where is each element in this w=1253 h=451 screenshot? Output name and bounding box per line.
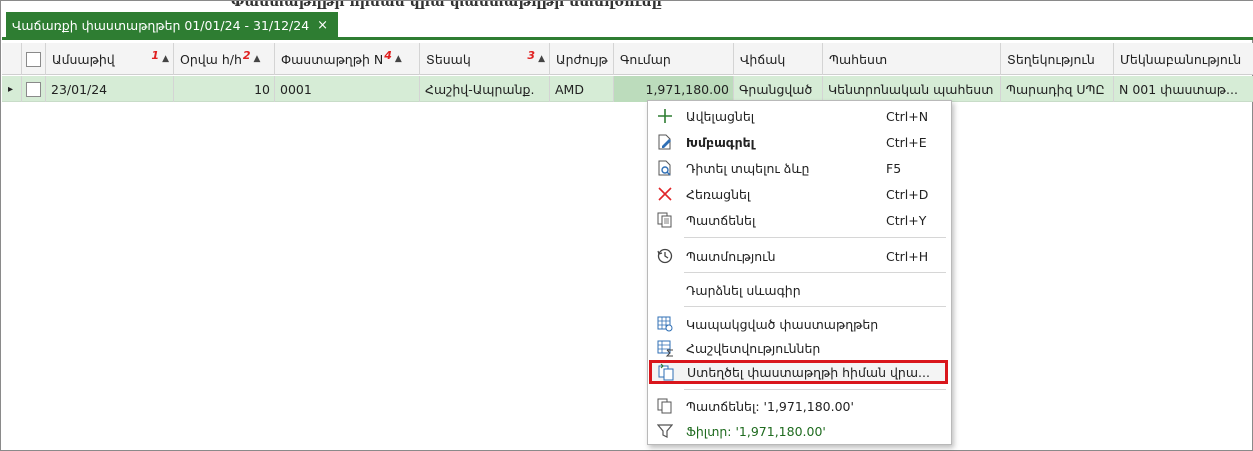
- menu-item-label: Դարձնել սևագիր: [686, 282, 801, 298]
- menu-item-label: Խմբագրել: [686, 134, 755, 150]
- tab-sales-documents[interactable]: Վաճառքի փաստաթղթեր 01/01/24 - 31/12/24 ×: [6, 12, 339, 38]
- column-header-day-number[interactable]: Օրվա հ/հ 2 ▲: [174, 43, 275, 75]
- delete-icon: [656, 185, 674, 203]
- cell-comment[interactable]: N 001 փաստաթ...: [1114, 76, 1253, 102]
- select-all-cell: [22, 43, 46, 75]
- cell-date[interactable]: 23/01/24: [46, 76, 174, 102]
- sort-order-number: 2: [242, 48, 251, 62]
- menu-item-shortcut: Ctrl+N: [886, 108, 929, 124]
- select-all-checkbox[interactable]: [26, 51, 41, 67]
- tab-title: Վաճառքի փաստաթղթեր 01/01/24 - 31/12/24: [12, 17, 310, 33]
- menu-item-label: Պատմություն: [686, 248, 776, 264]
- column-header-type[interactable]: Տեսակ 3 ▲: [420, 43, 550, 75]
- column-label: Տեղեկություն: [1007, 51, 1095, 67]
- history-icon: [656, 247, 674, 265]
- menu-separator: [684, 306, 946, 307]
- cropped-heading-text: Փաստաթղթի հիման վրա փաստաթղթի ստեղծումը: [231, 1, 662, 10]
- column-header-amount[interactable]: Գումար: [614, 43, 734, 75]
- edit-icon: [656, 133, 674, 151]
- menu-item-edit[interactable]: Խմբագրել Ctrl+E: [648, 130, 951, 154]
- context-menu: Ավելացնել Ctrl+N Խմբագրել Ctrl+E Դիտել տ…: [647, 100, 952, 445]
- menu-separator: [684, 389, 946, 390]
- cell-currency[interactable]: AMD: [550, 76, 614, 102]
- menu-item-shortcut: Ctrl+E: [886, 134, 927, 150]
- tab-bar: Վաճառքի փաստաթղթեր 01/01/24 - 31/12/24 ×: [2, 11, 1253, 40]
- row-select-cell: [22, 76, 46, 102]
- menu-item-label: Ֆիլտր: '1,971,180.00': [686, 423, 826, 439]
- cell-warehouse[interactable]: Կենտրոնական պահեստ: [823, 76, 1001, 102]
- filter-icon: [656, 422, 674, 440]
- tab-close-icon[interactable]: ×: [317, 18, 328, 33]
- column-header-date[interactable]: Ամսաթիվ 1 ▲: [46, 43, 174, 75]
- menu-item-make-draft[interactable]: Դարձնել սևագիր: [648, 278, 951, 302]
- cell-info[interactable]: Պարադիզ ՍՊԸ: [1001, 76, 1114, 102]
- menu-item-add[interactable]: Ավելացնել Ctrl+N: [648, 104, 951, 128]
- menu-separator: [684, 237, 946, 238]
- column-header-warehouse[interactable]: Պահեստ: [823, 43, 1001, 75]
- menu-item-reports[interactable]: Հաշվետվություններ: [648, 336, 951, 360]
- menu-item-shortcut: Ctrl+Y: [886, 212, 927, 228]
- row-indicator-icon: ▸: [2, 76, 22, 102]
- row-checkbox[interactable]: [26, 81, 41, 97]
- column-label: Վիճակ: [740, 51, 786, 67]
- sort-order-number: 1: [151, 48, 160, 62]
- column-label: Ամսաթիվ: [52, 51, 115, 67]
- column-label: Գումար: [620, 51, 671, 67]
- menu-item-shortcut: Ctrl+D: [886, 186, 929, 202]
- cell-type[interactable]: Հաշիվ-Ապրանք.: [420, 76, 550, 102]
- column-label: Օրվա հ/հ: [180, 51, 242, 67]
- menu-item-print-preview[interactable]: Դիտել տպելու ձևը F5: [648, 156, 951, 180]
- column-label: Տեսակ: [426, 51, 471, 67]
- table-row[interactable]: ▸ 23/01/24 10 0001 Հաշիվ-Ապրանք. AMD 1,9…: [2, 76, 1253, 102]
- menu-item-label: Հեռացնել: [686, 186, 751, 202]
- grid-header: Ամսաթիվ 1 ▲ Օրվա հ/հ 2 ▲ Փաստաթղթի N 4 ▲…: [2, 43, 1253, 75]
- menu-item-label: Ստեղծել փաստաթղթի հիման վրա...: [687, 364, 930, 380]
- sort-order-number: 3: [527, 48, 536, 62]
- column-header-status[interactable]: Վիճակ: [734, 43, 823, 75]
- menu-item-label: Պատճենել: [686, 212, 756, 228]
- menu-item-delete[interactable]: Հեռացնել Ctrl+D: [648, 182, 951, 206]
- menu-item-label: Ավելացնել: [686, 108, 755, 124]
- column-header-comment[interactable]: Մեկնաբանություն: [1114, 43, 1253, 75]
- copy-icon: [656, 211, 674, 229]
- cell-day-number[interactable]: 10: [174, 76, 275, 102]
- copy-value-icon: [656, 397, 674, 415]
- preview-icon: [656, 159, 674, 177]
- menu-separator: [684, 272, 946, 273]
- cropped-heading: Փաստաթղթի հիման վրա փաստաթղթի ստեղծումը: [1, 1, 1253, 11]
- create-from-doc-icon: [657, 363, 675, 381]
- window-frame: Փաստաթղթի հիման վրա փաստաթղթի ստեղծումը …: [0, 0, 1253, 451]
- menu-item-linked-documents[interactable]: Կապակցված փաստաթղթեր: [648, 312, 951, 336]
- column-label: Մեկնաբանություն: [1120, 51, 1242, 67]
- column-label: Փաստաթղթի N: [281, 51, 384, 67]
- reports-icon: [656, 339, 674, 357]
- menu-item-create-from-document[interactable]: Ստեղծել փաստաթղթի հիման վրա...: [649, 360, 948, 384]
- cell-amount[interactable]: 1,971,180.00: [614, 76, 734, 102]
- sort-ascending-icon: ▲: [394, 54, 402, 64]
- menu-item-label: Կապակցված փաստաթղթեր: [686, 316, 879, 332]
- column-label: Արժույթ: [556, 51, 608, 67]
- cell-document-number[interactable]: 0001: [275, 76, 420, 102]
- menu-item-label: Հաշվետվություններ: [686, 340, 821, 356]
- menu-item-history[interactable]: Պատմություն Ctrl+H: [648, 244, 951, 268]
- column-header-currency[interactable]: Արժույթ: [550, 43, 614, 75]
- sort-order-number: 4: [384, 48, 392, 62]
- plus-icon: [656, 107, 674, 125]
- menu-item-copy-value[interactable]: Պատճենել: '1,971,180.00': [648, 394, 951, 418]
- column-label: Պահեստ: [829, 51, 888, 67]
- menu-item-label: Պատճենել: '1,971,180.00': [686, 398, 854, 414]
- column-header-document-number[interactable]: Փաստաթղթի N 4 ▲: [275, 43, 420, 75]
- menu-item-copy[interactable]: Պատճենել Ctrl+Y: [648, 208, 951, 232]
- menu-item-filter[interactable]: Ֆիլտր: '1,971,180.00': [648, 419, 951, 443]
- sort-ascending-icon: ▲: [162, 54, 169, 64]
- column-header-info[interactable]: Տեղեկություն: [1001, 43, 1114, 75]
- sort-ascending-icon: ▲: [253, 54, 261, 64]
- sort-ascending-icon: ▲: [538, 54, 545, 64]
- row-indicator-header: [2, 43, 22, 75]
- menu-item-shortcut: F5: [886, 160, 902, 176]
- menu-item-shortcut: Ctrl+H: [886, 248, 929, 264]
- cell-status[interactable]: Գրանցված: [734, 76, 823, 102]
- menu-item-label: Դիտել տպելու ձևը: [686, 160, 810, 176]
- linked-docs-icon: [656, 315, 674, 333]
